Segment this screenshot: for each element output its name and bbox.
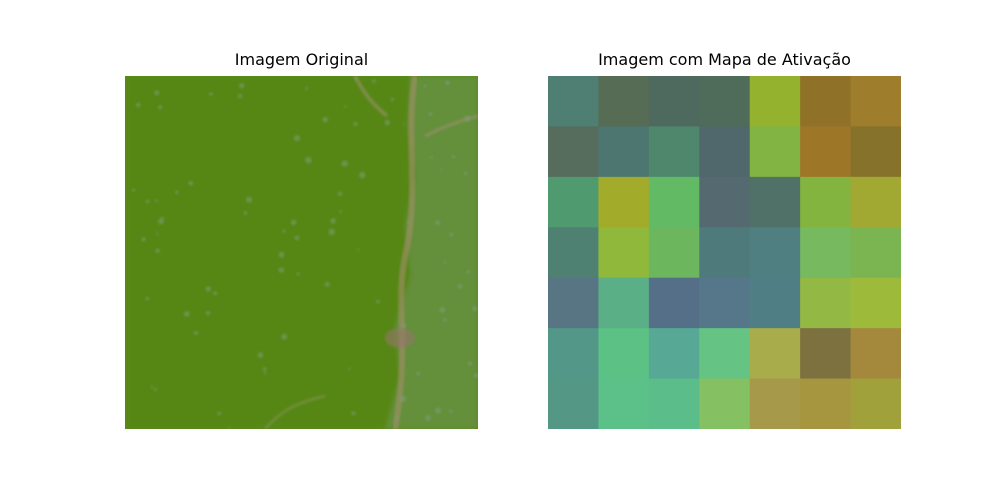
original-image-title: Imagem Original <box>234 50 369 69</box>
leaf-photo <box>125 76 478 429</box>
heatmap-cell <box>749 277 801 329</box>
heatmap-cell <box>598 227 650 279</box>
heatmap-cell <box>699 227 751 279</box>
heatmap-cell <box>800 277 852 329</box>
heatmap-cell <box>800 328 852 380</box>
heatmap-cell <box>850 176 901 228</box>
heatmap-cell <box>648 76 700 128</box>
heatmap-cell <box>850 227 901 279</box>
heatmap-cell <box>699 76 751 128</box>
heatmap-cell <box>648 227 700 279</box>
heatmap-cell <box>648 277 700 329</box>
heatmap-cell <box>850 277 901 329</box>
heatmap-cell <box>800 176 852 228</box>
heatmap-cell <box>800 227 852 279</box>
heatmap-cell <box>800 76 852 128</box>
heatmap-cell <box>598 378 650 429</box>
heatmap-cell <box>800 378 852 429</box>
heatmap-cell <box>598 176 650 228</box>
heatmap-cell <box>648 176 700 228</box>
heatmap-cell <box>699 277 751 329</box>
heatmap-cell <box>648 126 700 178</box>
heatmap-cell <box>699 378 751 429</box>
heatmap-cell <box>648 378 700 429</box>
heatmap-cell <box>850 328 901 380</box>
heatmap-cell <box>548 227 600 279</box>
heatmap-cell <box>749 328 801 380</box>
heatmap-cell <box>749 378 801 429</box>
activation-map <box>548 76 901 429</box>
heatmap-cell <box>548 176 600 228</box>
heatmap-cell <box>699 126 751 178</box>
heatmap-cell <box>749 227 801 279</box>
heatmap-cell <box>850 378 901 429</box>
heatmap-cell <box>749 126 801 178</box>
activation-heatmap <box>548 76 901 429</box>
heatmap-cell <box>850 76 901 128</box>
heatmap-cell <box>850 126 901 178</box>
heatmap-cell <box>548 277 600 329</box>
heatmap-cell <box>749 176 801 228</box>
heatmap-cell <box>598 328 650 380</box>
heatmap-cell <box>598 126 650 178</box>
heatmap-cell <box>648 328 700 380</box>
heatmap-cell <box>598 277 650 329</box>
heatmap-cell <box>548 378 600 429</box>
heatmap-cell <box>598 76 650 128</box>
activation-map-title: Imagem com Mapa de Ativação <box>598 50 851 69</box>
heatmap-cell <box>800 126 852 178</box>
original-image <box>125 76 478 429</box>
heatmap-cell <box>699 328 751 380</box>
heatmap-cell <box>548 76 600 128</box>
heatmap-cell <box>699 176 751 228</box>
heatmap-cell <box>548 126 600 178</box>
heatmap-cell <box>548 328 600 380</box>
heatmap-cell <box>749 76 801 128</box>
